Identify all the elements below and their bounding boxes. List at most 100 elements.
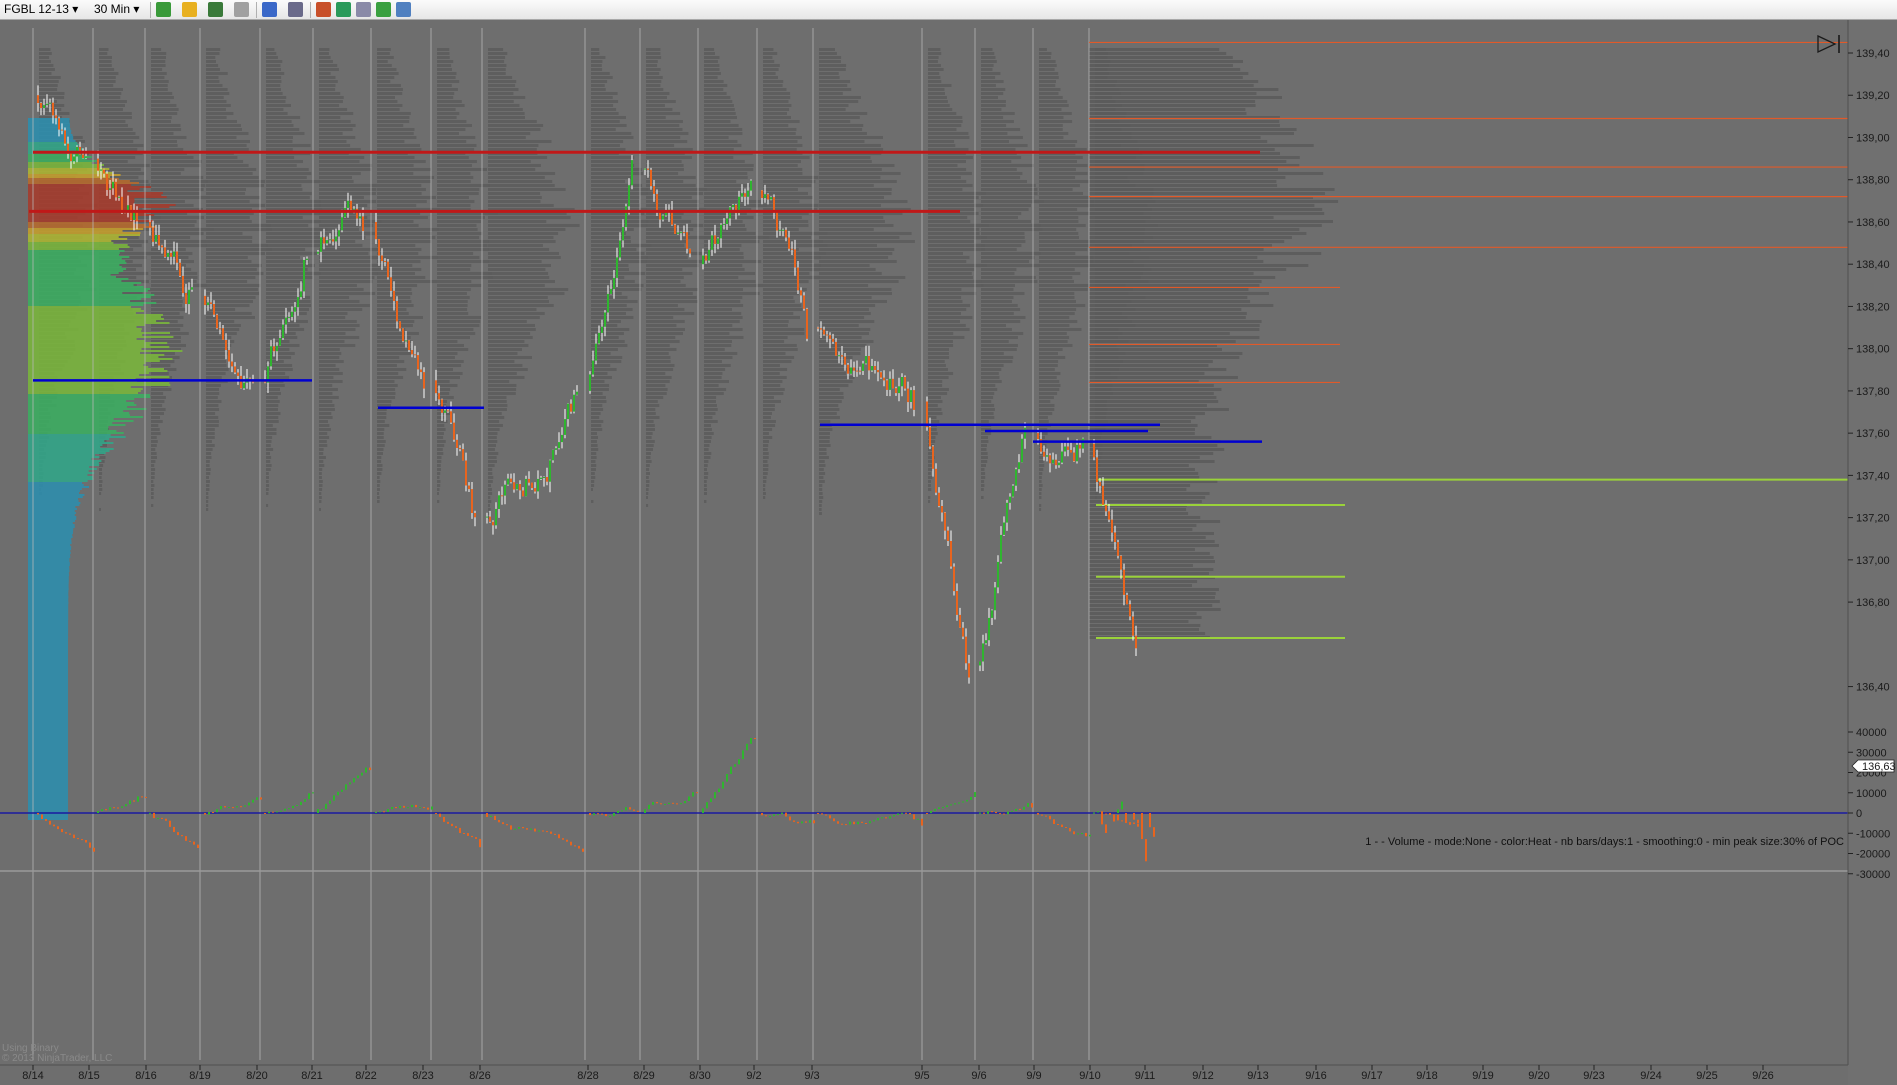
volume-bin	[591, 500, 594, 503]
volume-bin	[646, 304, 678, 307]
volume-bin	[206, 204, 266, 207]
volume-bin	[591, 448, 599, 451]
oscillator-bar	[435, 813, 437, 814]
candle-body	[686, 232, 688, 249]
heat-bin	[28, 742, 68, 744]
volume-bin	[591, 288, 642, 291]
candle-body	[381, 255, 383, 262]
heat-bin	[28, 294, 155, 296]
heat-bin	[28, 458, 92, 460]
candle-body	[782, 229, 784, 231]
zoom-icon[interactable]	[288, 2, 303, 17]
volume-bin	[377, 464, 383, 467]
volume-bin	[206, 392, 220, 395]
heat-bin	[28, 474, 88, 476]
volume-bin	[377, 60, 388, 63]
volume-bin	[1089, 492, 1210, 495]
candle-body	[522, 490, 524, 497]
volume-bin	[704, 400, 716, 403]
volume-bin	[1039, 248, 1088, 251]
oscillator-bar	[589, 813, 591, 816]
volume-bin	[319, 468, 323, 471]
volume-bin	[151, 476, 155, 479]
volume-bin	[437, 104, 465, 107]
oscillator-bar	[991, 811, 993, 813]
indicators-icon[interactable]	[336, 2, 351, 17]
line-tool-icon[interactable]	[234, 2, 249, 17]
heat-bin	[28, 448, 114, 450]
bar-type-icon[interactable]	[156, 2, 171, 17]
chart-trader-icon[interactable]	[376, 2, 391, 17]
volume-bin	[819, 484, 823, 487]
volume-bin	[981, 404, 995, 407]
volume-bin	[1089, 268, 1287, 271]
volume-bin	[704, 244, 742, 247]
oscillator-bar	[232, 807, 234, 809]
heat-bin	[28, 274, 111, 276]
volume-bin	[928, 364, 946, 367]
volume-bin	[1039, 112, 1072, 115]
heat-bin	[28, 602, 69, 604]
interval-selector[interactable]: 30 Min ▾	[94, 2, 139, 17]
volume-bin	[704, 264, 743, 267]
volume-bin	[981, 180, 1027, 183]
oscillator-bar	[506, 824, 508, 826]
heat-bin	[28, 444, 103, 446]
volume-bin	[206, 304, 250, 307]
strategy-icon[interactable]	[356, 2, 371, 17]
volume-bin	[488, 348, 522, 351]
volume-bin	[819, 376, 855, 379]
candle-body	[874, 366, 876, 370]
volume-bin	[151, 484, 155, 487]
heat-bin	[28, 536, 73, 538]
instrument-selector[interactable]: FGBL 12-13 ▾	[4, 2, 78, 17]
oscillator-bar	[300, 801, 302, 805]
oscillator-bar	[696, 792, 698, 794]
candle-body	[1108, 511, 1110, 520]
crosshair-icon[interactable]	[262, 2, 277, 17]
volume-bin	[319, 160, 360, 163]
pencil-draw-icon[interactable]	[182, 2, 197, 17]
volume-bin	[151, 416, 160, 419]
indicator-annotation: 1 - - Volume - mode:None - color:Heat - …	[1365, 836, 1844, 848]
candle-body	[1052, 459, 1054, 464]
volume-bin	[488, 412, 502, 415]
volume-bin	[819, 100, 859, 103]
volume-bin	[319, 136, 356, 139]
volume-bin	[1089, 412, 1205, 415]
candle-body	[85, 156, 87, 158]
volume-bin	[206, 280, 248, 283]
volume-bin	[819, 280, 899, 283]
volume-bin	[704, 372, 723, 375]
layout-icon[interactable]	[396, 2, 411, 17]
properties-icon[interactable]	[208, 2, 223, 17]
candle-body	[1102, 485, 1104, 505]
volume-bin	[437, 268, 471, 271]
volume-bin	[1089, 132, 1294, 135]
oscillator-bar	[304, 799, 306, 802]
heat-bin	[28, 342, 168, 344]
volume-bin	[981, 324, 1006, 327]
heat-bin	[28, 754, 68, 756]
volume-bin	[819, 456, 829, 459]
volume-bin	[437, 216, 485, 219]
volume-bin	[1039, 304, 1086, 307]
volume-bin	[206, 180, 266, 183]
candle-body	[234, 366, 236, 373]
heat-bin	[28, 708, 68, 710]
heat-bin	[28, 262, 127, 264]
chart-canvas[interactable]: 139,40139,20139,00138,80138,60138,40138,…	[0, 20, 1897, 1085]
candle-body	[462, 449, 464, 461]
volume-bin	[819, 88, 852, 91]
candle-body	[362, 216, 364, 231]
heat-bin	[28, 562, 70, 564]
chevron-down-icon: ▾	[133, 2, 140, 16]
volume-bin	[488, 188, 566, 191]
volume-bin	[319, 324, 360, 327]
volume-bin	[266, 284, 301, 287]
volume-bin	[437, 72, 457, 75]
volume-bin	[819, 144, 881, 147]
volume-bin	[704, 168, 754, 171]
data-box-icon[interactable]	[316, 2, 331, 17]
volume-bin	[151, 132, 174, 135]
